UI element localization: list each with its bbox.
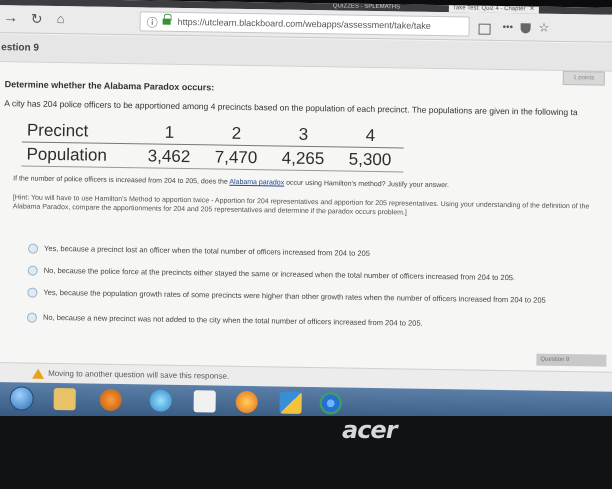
table-cell: 3,462 (135, 143, 203, 169)
population-table: Precinct 1 2 3 4 Population 3,462 7,470 … (21, 118, 405, 172)
tab-label: QUIZZES - SPLEMATHS (332, 3, 401, 11)
monitor-brand-logo: acer (342, 416, 398, 444)
choice-label[interactable]: Yes, because a precinct lost an officer … (44, 244, 370, 258)
paint-icon[interactable] (193, 390, 216, 413)
address-bar[interactable]: ⓘ https://utclearn.blackboard.com/webapp… (139, 11, 470, 37)
lock-icon (163, 17, 171, 25)
question-content: 1 points Determine whether the Alabama P… (0, 61, 612, 372)
choice-label[interactable]: Yes, because the population growth rates… (43, 288, 545, 305)
internet-explorer-icon[interactable] (149, 389, 172, 412)
firefox-icon[interactable] (235, 390, 258, 414)
radio-button[interactable] (26, 312, 38, 323)
points-badge: 1 points (562, 70, 605, 86)
media-player-icon[interactable] (99, 388, 122, 412)
home-icon[interactable]: ⌂ (52, 10, 70, 28)
radio-button[interactable] (27, 265, 38, 276)
reload-icon[interactable]: ↻ (28, 10, 46, 28)
info-icon[interactable]: ⓘ (147, 14, 158, 30)
table-cell: 7,470 (202, 144, 270, 170)
file-explorer-icon[interactable] (53, 387, 76, 411)
question-stem: A city has 204 police officers to be app… (4, 98, 578, 118)
hint-text: [Hint: You will have to use Hamilton's M… (12, 194, 590, 217)
star-icon[interactable]: ☆ (538, 21, 549, 35)
row-header: Precinct (21, 118, 137, 144)
choice-label[interactable]: No, because a new precinct was not added… (43, 313, 423, 328)
table-cell: 4 (336, 123, 405, 148)
row-header: Population (21, 141, 136, 168)
table-row-population: Population 3,462 7,470 4,265 5,300 (21, 141, 404, 172)
question-text-start: If the number of police officers is incr… (13, 175, 230, 186)
table-cell: 2 (202, 121, 271, 146)
table-cell: 4,265 (269, 145, 337, 171)
windows-start-icon[interactable] (9, 386, 34, 411)
monitor-screen: QUIZZES - SPLEMATHS Take Test: Quiz 4 - … (0, 0, 612, 426)
monitor-bezel (0, 416, 612, 489)
url-text[interactable]: https://utclearn.blackboard.com/webapps/… (178, 17, 431, 31)
table-cell: 3 (269, 122, 338, 147)
table-cell: 1 (135, 120, 204, 145)
question-text: If the number of police officers is incr… (13, 175, 449, 189)
save-warning: Moving to another question will save thi… (48, 368, 230, 381)
forward-arrow-icon[interactable]: → (2, 9, 20, 27)
radio-button[interactable] (27, 287, 38, 298)
question-nav[interactable]: Question 9 (536, 353, 607, 367)
close-tab-icon[interactable]: ✕ (529, 6, 534, 12)
question-title: estion 9 (1, 42, 40, 54)
question-text-end: occur using Hamilton's method? Justify y… (284, 179, 450, 190)
warning-icon (32, 368, 45, 379)
question-prompt: Determine whether the Alabama Paradox oc… (4, 79, 215, 93)
table-cell: 5,300 (336, 146, 404, 172)
radio-button[interactable] (27, 243, 39, 254)
pocket-icon[interactable] (520, 23, 531, 34)
reader-icon[interactable] (478, 23, 491, 35)
choice-label[interactable]: No, because the police force at the prec… (44, 266, 515, 282)
alabama-paradox-link[interactable]: Alabama paradox (229, 179, 284, 187)
chrome-icon[interactable] (319, 392, 342, 415)
tab-label: Take Test: Quiz 4 - Chapter (452, 5, 526, 13)
security-shield-icon[interactable] (279, 391, 302, 414)
more-icon[interactable]: ••• (503, 22, 514, 33)
